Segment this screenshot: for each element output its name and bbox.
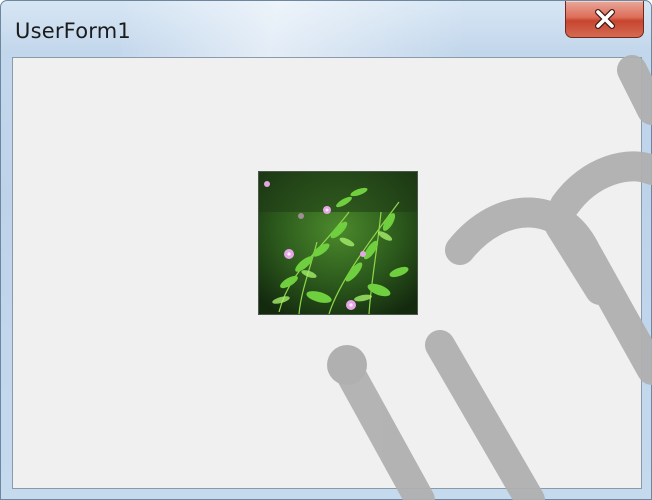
image-control: [258, 171, 418, 315]
window-title: UserForm1: [15, 19, 131, 43]
close-button[interactable]: [565, 1, 644, 38]
close-icon: [566, 1, 643, 37]
userform-window: UserForm1: [0, 0, 652, 500]
fern-photo: [259, 172, 417, 314]
title-bar[interactable]: UserForm1: [1, 1, 651, 56]
form-client-area: [12, 57, 642, 489]
